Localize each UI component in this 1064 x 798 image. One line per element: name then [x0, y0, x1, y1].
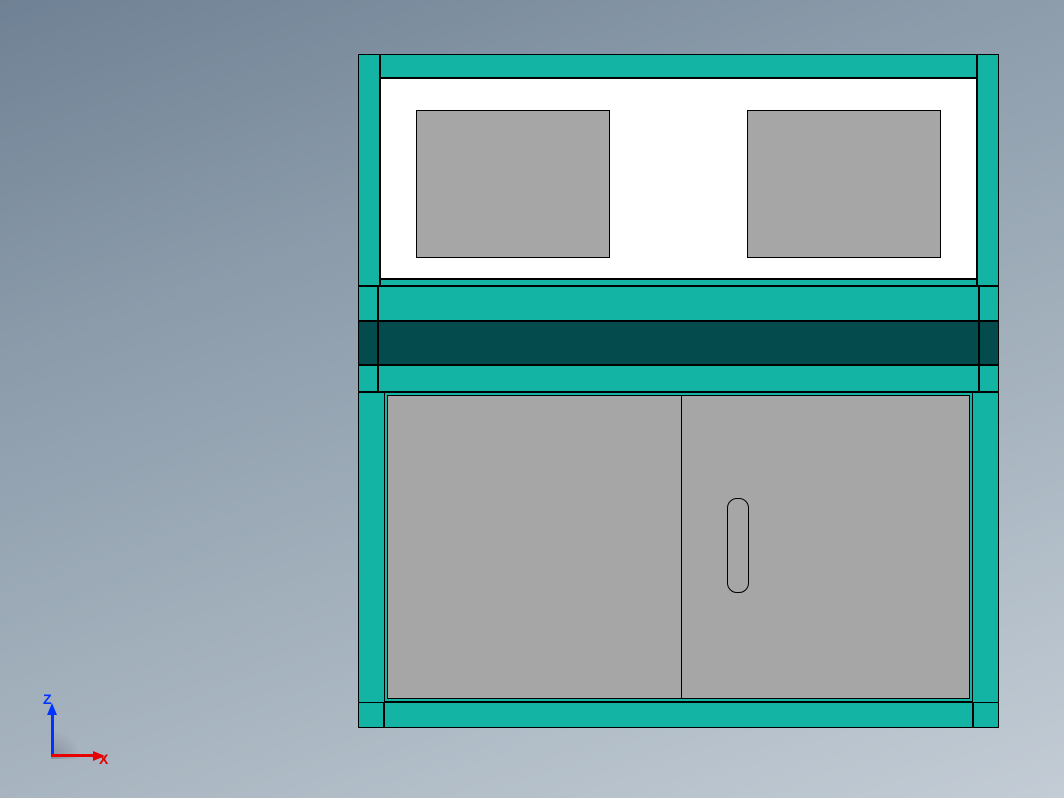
mid-strip-2-center	[378, 365, 979, 392]
mid-strip-1-left	[358, 286, 378, 321]
upper-window-right	[747, 110, 941, 258]
lower-door-divider	[681, 395, 682, 699]
mid-strip-1-right	[979, 286, 999, 321]
mid-strip-2-left	[358, 365, 378, 392]
bottom-rail-left	[358, 702, 384, 728]
x-axis-label: X	[99, 751, 108, 767]
upper-left-post	[358, 54, 380, 286]
z-axis-label: Z	[43, 691, 52, 707]
upper-right-post	[977, 54, 999, 286]
mid-strip-1-center	[378, 286, 979, 321]
bottom-rail-center	[384, 702, 973, 728]
upper-top-rail	[380, 54, 977, 78]
upper-window-left	[416, 110, 610, 258]
z-axis-line	[51, 715, 54, 757]
mid-dark-left	[358, 321, 378, 365]
mid-dark-center	[378, 321, 979, 365]
door-handle	[727, 498, 749, 593]
lower-door-panel	[387, 395, 970, 699]
mid-strip-2-right	[979, 365, 999, 392]
mid-dark-right	[979, 321, 999, 365]
x-axis-line	[51, 754, 93, 757]
bottom-rail-right	[973, 702, 999, 728]
coordinate-triad: Z X	[45, 693, 115, 763]
cad-viewport[interactable]: Z X	[0, 0, 1064, 798]
upper-bottom-rail	[380, 279, 977, 286]
